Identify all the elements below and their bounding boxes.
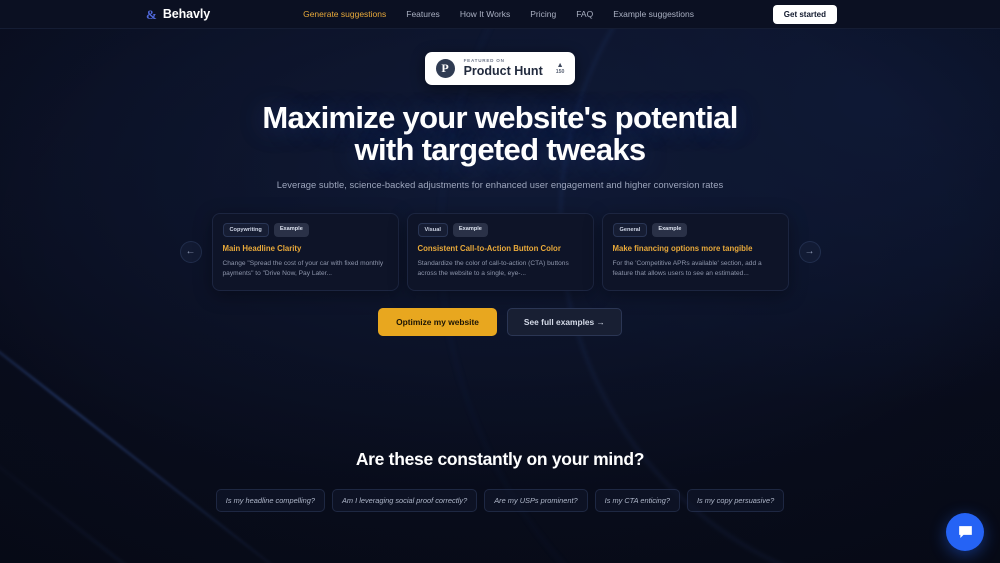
nav-item-faq[interactable]: FAQ	[576, 9, 593, 19]
questions-section: Are these constantly on your mind? Is my…	[0, 449, 1000, 513]
optimize-my-website-button[interactable]: Optimize my website	[378, 308, 497, 337]
status-badge: General	[612, 223, 648, 238]
product-hunt-logo-icon: P	[435, 59, 455, 78]
product-hunt-text: FEATURED ON Product Hunt	[463, 58, 543, 78]
hero-section: P FEATURED ON Product Hunt ▲ 150 Maximiz…	[0, 29, 1000, 337]
card-description: Change "Spread the cost of your car with…	[222, 259, 384, 278]
card-description: For the 'Competitive APRs available' sec…	[612, 259, 762, 278]
question-pill-headline[interactable]: Is my headline compelling?	[215, 489, 325, 513]
carousel-prev-arrow-icon[interactable]: ←	[179, 241, 202, 264]
hero-cta-row: Optimize my website See full examples →	[0, 308, 1000, 337]
card-title: Make financing options more tangible	[612, 244, 753, 254]
headline-line-2: with targeted tweaks	[354, 132, 647, 168]
status-badge: Visual	[417, 223, 448, 238]
chat-bubble-icon	[958, 525, 972, 538]
card-description: Standardize the color of call-to-action …	[417, 259, 569, 278]
status-badge: Copywriting	[222, 223, 269, 238]
questions-title: Are these constantly on your mind?	[355, 449, 645, 470]
question-pills: Is my headline compelling? Am I leveragi…	[0, 489, 1000, 513]
question-pill-social-proof[interactable]: Am I leveraging social proof correctly?	[331, 489, 478, 513]
nav-item-generate-suggestions[interactable]: Generate suggestions	[303, 9, 386, 19]
card-badges: Visual Example	[417, 223, 583, 238]
suggestion-cards: Copywriting Example Main Headline Clarit…	[211, 213, 789, 292]
nav-links: Generate suggestions Features How It Wor…	[303, 9, 694, 19]
get-started-button[interactable]: Get started	[772, 4, 837, 24]
page-title: Maximize your website's potential with t…	[0, 100, 1000, 168]
see-full-examples-button[interactable]: See full examples →	[506, 308, 622, 337]
nav-item-how-it-works[interactable]: How It Works	[460, 9, 510, 19]
suggestion-card[interactable]: General Example Make financing options m…	[601, 213, 789, 292]
question-pill-usps[interactable]: Are my USPs prominent?	[484, 489, 588, 513]
card-badges: Copywriting Example	[222, 223, 388, 238]
nav-item-example-suggestions[interactable]: Example suggestions	[613, 9, 694, 19]
question-pill-cta[interactable]: Is my CTA enticing?	[594, 489, 680, 513]
card-title: Consistent Call-to-Action Button Color	[417, 244, 561, 254]
upvote-count: 150	[555, 68, 565, 75]
example-badge: Example	[273, 223, 309, 238]
chat-widget-button[interactable]	[946, 513, 984, 551]
brand-logo[interactable]: & Behavly	[146, 7, 210, 21]
nav-item-pricing[interactable]: Pricing	[530, 9, 556, 19]
suggestion-carousel: ← Copywriting Example Main Headline Clar…	[0, 213, 1000, 292]
product-hunt-badge[interactable]: P FEATURED ON Product Hunt ▲ 150	[424, 52, 576, 85]
suggestion-card[interactable]: Copywriting Example Main Headline Clarit…	[211, 213, 399, 292]
product-hunt-upvote[interactable]: ▲ 150	[556, 62, 565, 75]
ampersand-logo-icon: &	[146, 6, 157, 22]
question-pill-copy[interactable]: Is my copy persuasive?	[686, 489, 785, 513]
product-hunt-title: Product Hunt	[463, 63, 543, 78]
page-subtitle: Leverage subtle, science-backed adjustme…	[276, 179, 724, 191]
suggestion-card[interactable]: Visual Example Consistent Call-to-Action…	[406, 213, 594, 292]
headline-line-1: Maximize your website's potential	[262, 100, 738, 135]
card-title: Main Headline Clarity	[222, 244, 302, 254]
example-badge: Example	[652, 223, 688, 238]
carousel-next-arrow-icon[interactable]: →	[798, 241, 821, 264]
example-badge: Example	[452, 223, 488, 238]
top-navigation-bar: & Behavly Generate suggestions Features …	[0, 0, 1000, 29]
nav-item-features[interactable]: Features	[406, 9, 440, 19]
brand-name: Behavly	[162, 7, 211, 21]
card-badges: General Example	[612, 223, 778, 238]
upvote-caret-icon: ▲	[556, 61, 564, 69]
